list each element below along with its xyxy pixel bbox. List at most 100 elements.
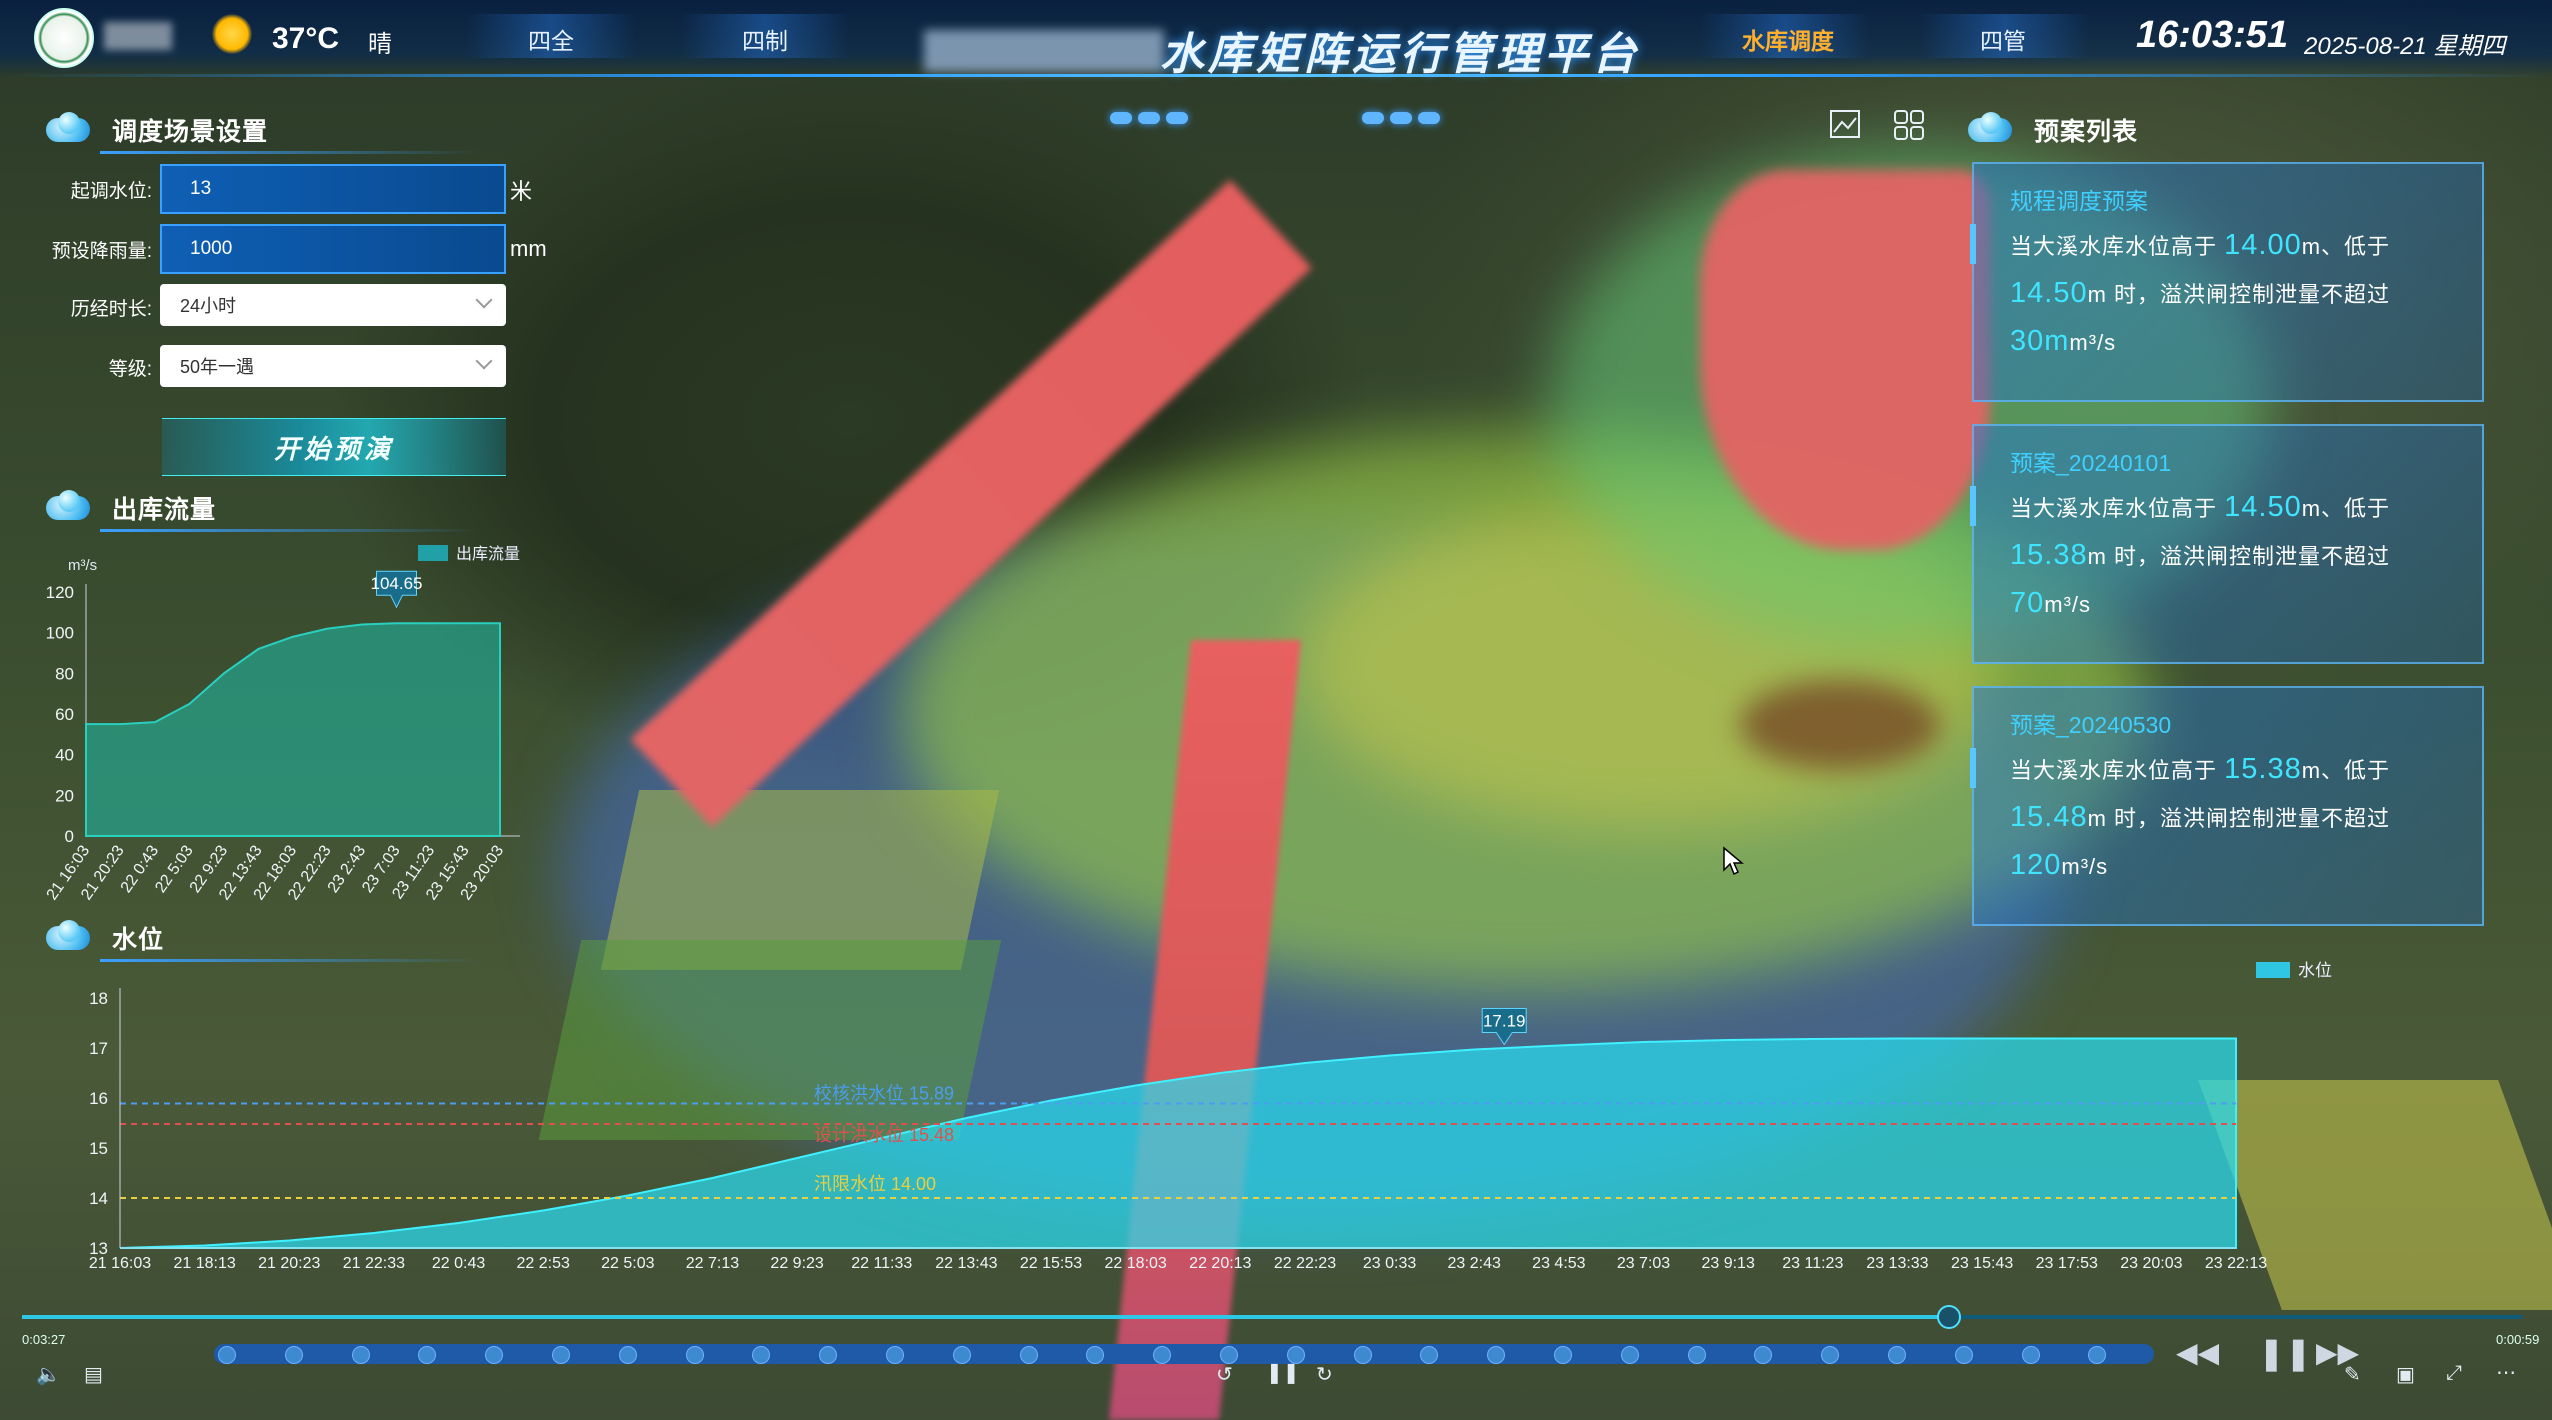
nav-tab-sizhi[interactable]: 四制 (742, 22, 788, 56)
timeline-step-marker[interactable] (1620, 1346, 1639, 1364)
miniplayer-icon[interactable]: ▣ (2396, 1362, 2415, 1387)
outflow-chart: m³/s 出库流量 020406080100120 21 16:0321 20:… (44, 545, 520, 903)
waterlevel-y-tick: 18 (89, 989, 108, 1008)
waterlevel-reference-label: 校核洪水位 15.89 (814, 1084, 954, 1104)
skip-forward-30-icon[interactable]: ↻ (1316, 1362, 1333, 1387)
start-level-input[interactable]: 13 (160, 164, 506, 214)
weather-text: 晴 (368, 31, 392, 58)
scenario-panel-heading: 调度场景设置 (40, 110, 480, 154)
waterlevel-x-tick: 22 18:03 (1105, 1255, 1167, 1272)
rainfall-unit: mm (510, 236, 547, 261)
waterlevel-x-tick: 22 7:13 (686, 1255, 739, 1272)
waterlevel-x-tick: 23 15:43 (1951, 1255, 2013, 1272)
more-options-icon[interactable]: ⋯ (2496, 1360, 2516, 1385)
outflow-panel-heading: 出库流量 (40, 488, 480, 532)
title-prefix-redacted (924, 30, 1164, 72)
timeline-step-marker[interactable] (284, 1346, 303, 1364)
logo-icon (34, 8, 94, 68)
timeline-step-marker[interactable] (952, 1346, 971, 1364)
rainfall-label: 预设降雨量: (51, 241, 152, 262)
outflow-unit-label: m³/s (68, 557, 97, 574)
volume-icon[interactable]: 🔈 (36, 1362, 61, 1387)
plan-name: 规程调度预案 (2010, 188, 2148, 214)
timeline-step-marker[interactable] (685, 1346, 704, 1364)
timeline-step-marker[interactable] (1353, 1346, 1372, 1364)
waterlevel-x-tick: 23 7:03 (1617, 1255, 1670, 1272)
outflow-y-tick: 20 (55, 786, 74, 805)
timeline-step-marker[interactable] (351, 1346, 370, 1364)
rainfall-input[interactable]: 1000 (160, 224, 506, 274)
waterlevel-x-tick: 22 9:23 (770, 1255, 823, 1272)
timeline-step-marker[interactable] (1687, 1346, 1706, 1364)
timeline-step-marker[interactable] (618, 1346, 637, 1364)
duration-select-value: 24小时 (180, 296, 237, 316)
subtitles-icon[interactable]: ▤ (84, 1362, 103, 1387)
timeline-step-marker[interactable] (1888, 1346, 1906, 1364)
plan-card[interactable]: 规程调度预案 当大溪水库水位高于 14.00m、低于 14.50m 时，溢洪闸控… (1970, 162, 2484, 402)
outflow-y-tick: 60 (55, 705, 74, 724)
start-level-unit: 米 (510, 179, 533, 204)
cloud-icon (40, 110, 96, 150)
grid-layout-icon[interactable] (1892, 108, 1926, 142)
outflow-legend-swatch (418, 545, 448, 561)
skip-back-10-icon[interactable]: ↺ (1216, 1362, 1233, 1387)
waterlevel-chart: 水位 校核洪水位 15.89设计洪水位 15.48汛限水位 14.00 1314… (89, 961, 2332, 1272)
timeline-step-marker[interactable] (1019, 1346, 1038, 1364)
waterlevel-y-tick: 14 (89, 1189, 108, 1208)
waterlevel-x-tick: 22 15:53 (1020, 1255, 1082, 1272)
rewind-icon[interactable]: ◀◀ (2176, 1336, 2219, 1369)
waterlevel-legend-label: 水位 (2298, 961, 2332, 980)
collapse-icon[interactable]: ⤢ (2446, 1362, 2462, 1385)
brand-name-redacted (104, 22, 172, 50)
pen-icon[interactable]: ✎ (2344, 1362, 2361, 1387)
remaining-time: 0:00:59 (2496, 1332, 2540, 1347)
top-header: 37°C 晴 四全 四制 水库矩阵运行管理平台 水库调度 四管 16:03:51… (0, 0, 2552, 79)
start-simulation-button[interactable]: 开始预演 (162, 418, 506, 476)
timeline-step-marker[interactable] (2021, 1346, 2040, 1364)
waterlevel-x-tick: 21 16:03 (89, 1255, 151, 1272)
pause-icon[interactable]: ❚❚ (2258, 1334, 2312, 1372)
waterlevel-x-tick: 22 13:43 (935, 1255, 997, 1272)
waterlevel-x-tick: 23 22:13 (2205, 1255, 2267, 1272)
outflow-y-tick: 100 (46, 624, 74, 643)
duration-select[interactable]: 24小时 (160, 284, 506, 326)
waterlevel-x-tick: 21 20:23 (258, 1255, 320, 1272)
plan-name: 预案_20240101 (2010, 450, 2172, 476)
timeline-step-marker[interactable] (886, 1346, 904, 1364)
waterlevel-x-tick: 23 11:23 (1782, 1255, 1843, 1272)
timeline-step-marker[interactable] (552, 1346, 570, 1364)
grade-select[interactable]: 50年一遇 (160, 345, 506, 387)
simulation-timeline[interactable] (214, 1344, 2154, 1364)
timeline-step-marker[interactable] (1954, 1346, 1973, 1364)
screenshot-icon[interactable] (1828, 108, 1862, 142)
nav-tab-reservoir-dispatch[interactable]: 水库调度 (1742, 22, 1834, 56)
plan-card[interactable]: 预案_20240101 当大溪水库水位高于 14.50m、低于 15.38m 时… (1970, 424, 2484, 664)
waterlevel-x-tick: 22 20:13 (1189, 1255, 1251, 1272)
video-progress-handle[interactable] (1937, 1305, 1961, 1329)
timeline-step-marker[interactable] (1554, 1346, 1572, 1364)
grade-label: 等级: (108, 359, 152, 380)
waterlevel-y-tick: 15 (89, 1139, 108, 1158)
chevron-down-icon (475, 352, 493, 370)
waterlevel-x-tick: 22 5:03 (601, 1255, 654, 1272)
timeline-step-marker[interactable] (218, 1346, 236, 1364)
plan-description: 当大溪水库水位高于 14.50m、低于 15.38m 时，溢洪闸控制泄量不超过 … (2010, 491, 2391, 619)
nav-tab-siquan[interactable]: 四全 (528, 22, 574, 56)
clock-time: 16:03:51 (2136, 14, 2289, 56)
waterlevel-x-tick: 23 20:03 (2120, 1255, 2182, 1272)
cloud-icon (1962, 110, 2018, 150)
plan-description: 当大溪水库水位高于 15.38m、低于 15.48m 时，溢洪闸控制泄量不超过 … (2010, 753, 2391, 881)
elapsed-time: 0:03:27 (22, 1332, 66, 1347)
scenario-panel-title: 调度场景设置 (112, 118, 269, 146)
start-level-label: 起调水位: (70, 181, 152, 202)
pause-small-icon[interactable]: ❚❚ (1266, 1360, 1300, 1385)
header-deco-right (1362, 112, 1440, 128)
nav-tab-siguan[interactable]: 四管 (1980, 22, 2026, 56)
waterlevel-x-tick: 23 0:33 (1363, 1255, 1416, 1272)
clock-date: 2025-08-21 星期四 (2304, 33, 2506, 60)
sun-icon (212, 14, 252, 54)
plan-name: 预案_20240530 (2010, 712, 2172, 738)
outflow-y-tick: 0 (65, 827, 74, 846)
waterlevel-x-tick: 22 0:43 (432, 1255, 485, 1272)
plan-card[interactable]: 预案_20240530 当大溪水库水位高于 15.38m、低于 15.48m 时… (1970, 686, 2484, 926)
